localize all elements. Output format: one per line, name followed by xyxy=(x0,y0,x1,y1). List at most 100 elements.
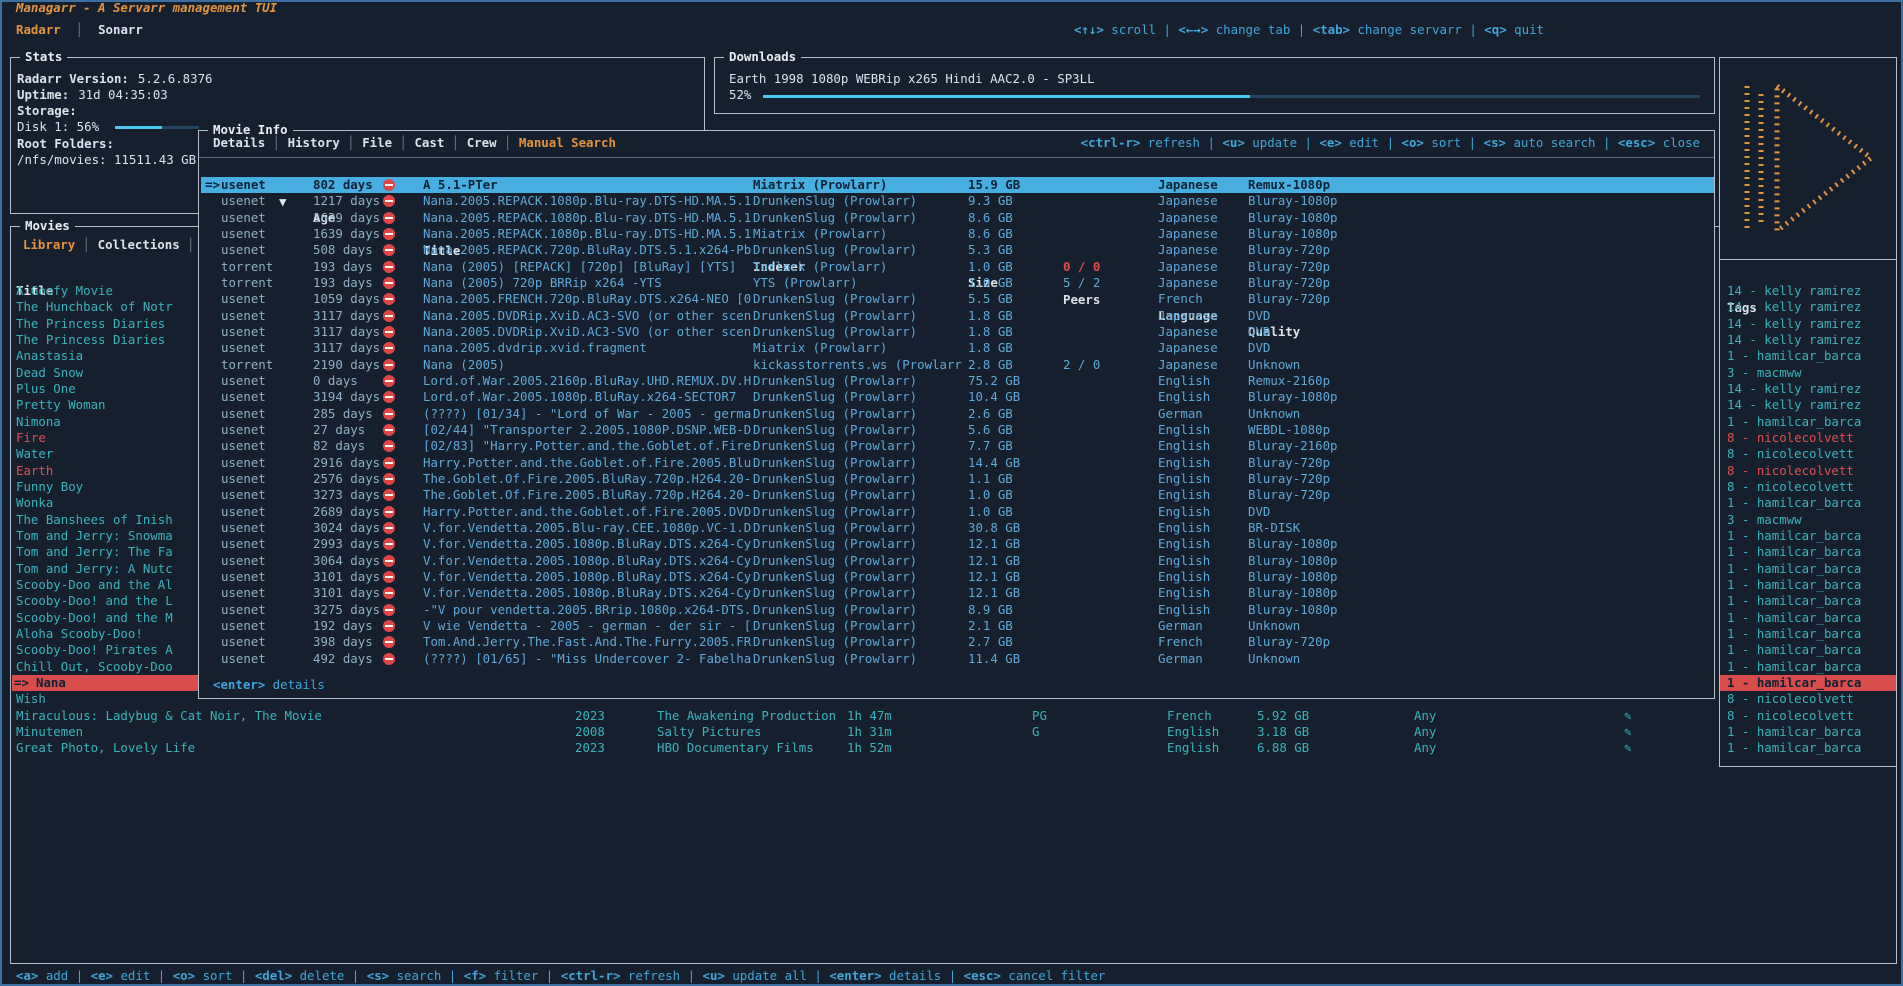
result-size: 12.1 GB xyxy=(968,553,1020,569)
search-result-row[interactable]: usenet0 daysLord.of.War.2005.2160p.BluRa… xyxy=(199,373,1714,390)
result-language: German xyxy=(1158,406,1203,422)
result-size: 7.7 GB xyxy=(968,438,1013,454)
result-source: usenet xyxy=(221,553,266,569)
search-result-row[interactable]: usenet3101 daysV.for.Vendetta.2005.1080p… xyxy=(199,585,1714,602)
rejection-icon xyxy=(383,571,395,583)
search-result-row[interactable]: usenet3024 daysV.for.Vendetta.2005.Blu-r… xyxy=(199,520,1714,537)
movie-year: 2023 xyxy=(575,740,605,756)
result-language: Japanese xyxy=(1158,275,1218,291)
search-result-row[interactable]: =>usenet802 daysA 5.1-PTerMiatrix (Prowl… xyxy=(199,177,1714,194)
result-age: 2993 days xyxy=(313,536,380,552)
search-result-row[interactable]: usenet508 daysNana.2005.REPACK.720p.BluR… xyxy=(199,242,1714,259)
search-result-row[interactable]: usenet192 daysV wie Vendetta - 2005 - ge… xyxy=(199,618,1714,635)
search-result-row[interactable]: usenet82 days[02/83] "Harry.Potter.and.t… xyxy=(199,438,1714,455)
managarr-screen: Managarr - A Servarr management TUI Rada… xyxy=(0,0,1903,986)
result-indexer: DrunkenSlug (Prowlarr) xyxy=(753,618,917,634)
search-result-row[interactable]: usenet1217 daysNana.2005.REPACK.1080p.Bl… xyxy=(199,193,1714,210)
rejection-icon xyxy=(383,342,395,354)
result-language: English xyxy=(1158,471,1210,487)
result-title: V.for.Vendetta.2005.1080p.BluRay.DTS.x26… xyxy=(423,585,751,601)
search-result-row[interactable]: usenet492 days(????) [01/65] - "Miss Und… xyxy=(199,651,1714,668)
search-result-row[interactable]: usenet3273 daysThe.Goblet.Of.Fire.2005.B… xyxy=(199,487,1714,504)
movie-row[interactable]: Great Photo, Lovely Life2023HBO Document… xyxy=(2,740,1901,757)
search-result-row[interactable]: usenet2576 daysThe.Goblet.Of.Fire.2005.B… xyxy=(199,471,1714,488)
movie-row[interactable]: Minutemen2008Salty Pictures1h 31mGEnglis… xyxy=(2,724,1901,741)
result-language: Japanese xyxy=(1158,226,1218,242)
search-result-row[interactable]: usenet2689 daysHarry.Potter.and.the.Gobl… xyxy=(199,504,1714,521)
movie-title: Plus One xyxy=(16,381,76,397)
result-source: usenet xyxy=(221,373,266,389)
result-source: usenet xyxy=(221,422,266,438)
search-result-row[interactable]: usenet2993 daysV.for.Vendetta.2005.1080p… xyxy=(199,536,1714,553)
movie-size: 6.88 GB xyxy=(1257,740,1309,756)
search-result-row[interactable]: usenet2916 daysHarry.Potter.and.the.Gobl… xyxy=(199,455,1714,472)
result-indexer: DrunkenSlug (Prowlarr) xyxy=(753,291,917,307)
result-language: Japanese xyxy=(1158,242,1218,258)
search-result-row[interactable]: usenet3117 daysnana.2005.dvdrip.xvid.fra… xyxy=(199,340,1714,357)
search-result-row[interactable]: usenet3194 daysLord.of.War.2005.1080p.Bl… xyxy=(199,389,1714,406)
result-title: nana.2005.dvdrip.xvid.fragment xyxy=(423,340,647,356)
search-result-row[interactable]: usenet398 daysTom.And.Jerry.The.Fast.And… xyxy=(199,634,1714,651)
search-result-row[interactable]: usenet285 days(????) [01/34] - "Lord of … xyxy=(199,406,1714,423)
result-size: 8.6 GB xyxy=(968,210,1013,226)
search-result-row[interactable]: usenet1639 daysNana.2005.REPACK.1080p.Bl… xyxy=(199,226,1714,243)
hint-key: <a> xyxy=(16,968,38,983)
movie-title: Water xyxy=(16,446,53,462)
movie-title: Scooby-Doo! and the L xyxy=(16,593,173,609)
result-indexer: DrunkenSlug (Prowlarr) xyxy=(753,651,917,667)
movie-row[interactable]: Miraculous: Ladybug & Cat Noir, The Movi… xyxy=(2,708,1901,725)
search-result-row[interactable]: usenet3117 daysNana.2005.DVDRip.XviD.AC3… xyxy=(199,308,1714,325)
search-result-row[interactable]: torrent2190 daysNana (2005)kickasstorren… xyxy=(199,357,1714,374)
result-indexer: DrunkenSlug (Prowlarr) xyxy=(753,536,917,552)
result-age: 1639 days xyxy=(313,226,380,242)
search-result-row[interactable]: usenet3101 daysV.for.Vendetta.2005.1080p… xyxy=(199,569,1714,586)
movie-certification: PG xyxy=(1032,708,1047,724)
movie-availability: Any xyxy=(1414,740,1436,756)
movie-title: Minutemen xyxy=(16,724,83,740)
result-indexer: DrunkenSlug (Prowlarr) xyxy=(753,193,917,209)
movie-language: English xyxy=(1167,740,1219,756)
search-result-row[interactable]: usenet3064 daysV.for.Vendetta.2005.1080p… xyxy=(199,553,1714,570)
result-indexer: DrunkenSlug (Prowlarr) xyxy=(753,389,917,405)
search-result-row[interactable]: usenet3117 daysNana.2005.DVDRip.XviD.AC3… xyxy=(199,324,1714,341)
result-language: English xyxy=(1158,569,1210,585)
result-source: usenet xyxy=(221,226,266,242)
search-result-row[interactable]: usenet3275 days-"V pour vendetta.2005.BR… xyxy=(199,602,1714,619)
result-language: French xyxy=(1158,291,1203,307)
result-language: English xyxy=(1158,602,1210,618)
result-title: V.for.Vendetta.2005.1080p.BluRay.DTS.x26… xyxy=(423,553,751,569)
result-quality: Bluray-720p xyxy=(1248,259,1330,275)
result-age: 2916 days xyxy=(313,455,380,471)
result-quality: Bluray-720p xyxy=(1248,291,1330,307)
result-quality: WEBDL-1080p xyxy=(1248,422,1330,438)
result-size: 12.1 GB xyxy=(968,569,1020,585)
rejection-icon xyxy=(383,587,395,599)
result-quality: Remux-2160p xyxy=(1248,373,1330,389)
search-result-row[interactable]: torrent193 daysNana (2005) 720p BRRip x2… xyxy=(199,275,1714,292)
result-quality: Bluray-1080p xyxy=(1248,536,1338,552)
result-source: usenet xyxy=(221,324,266,340)
hint-key: <esc> xyxy=(964,968,1001,983)
result-size: 11.4 GB xyxy=(968,651,1020,667)
result-quality: DVD xyxy=(1248,308,1270,324)
rejection-icon xyxy=(383,212,395,224)
result-title: [02/44] "Transporter 2.2005.1080P.DSNP.W… xyxy=(423,422,751,438)
result-indexer: Miatrix (Prowlarr) xyxy=(753,177,887,193)
search-result-row[interactable]: torrent193 daysNana (2005) [REPACK] [720… xyxy=(199,259,1714,276)
result-age: 398 days xyxy=(313,634,373,650)
rejection-icon xyxy=(383,261,395,273)
result-title: Nana (2005) 720p BRRip x264 -YTS xyxy=(423,275,662,291)
result-language: Japanese xyxy=(1158,177,1218,193)
rejection-icon xyxy=(383,604,395,616)
rejection-icon xyxy=(383,179,395,191)
result-source: usenet xyxy=(221,291,266,307)
movie-info-modal: Movie Info Details │ History │ File │ Ca… xyxy=(198,130,1715,699)
result-size: 8.6 GB xyxy=(968,226,1013,242)
search-result-row[interactable]: usenet1059 daysNana.2005.FRENCH.720p.Blu… xyxy=(199,291,1714,308)
result-size: 8.9 GB xyxy=(968,602,1013,618)
result-indexer: Miatrix (Prowlarr) xyxy=(753,226,887,242)
result-quality: Unknown xyxy=(1248,651,1300,667)
result-language: German xyxy=(1158,651,1203,667)
search-result-row[interactable]: usenet1639 daysNana.2005.REPACK.1080p.Bl… xyxy=(199,210,1714,227)
search-result-row[interactable]: usenet27 days[02/44] "Transporter 2.2005… xyxy=(199,422,1714,439)
